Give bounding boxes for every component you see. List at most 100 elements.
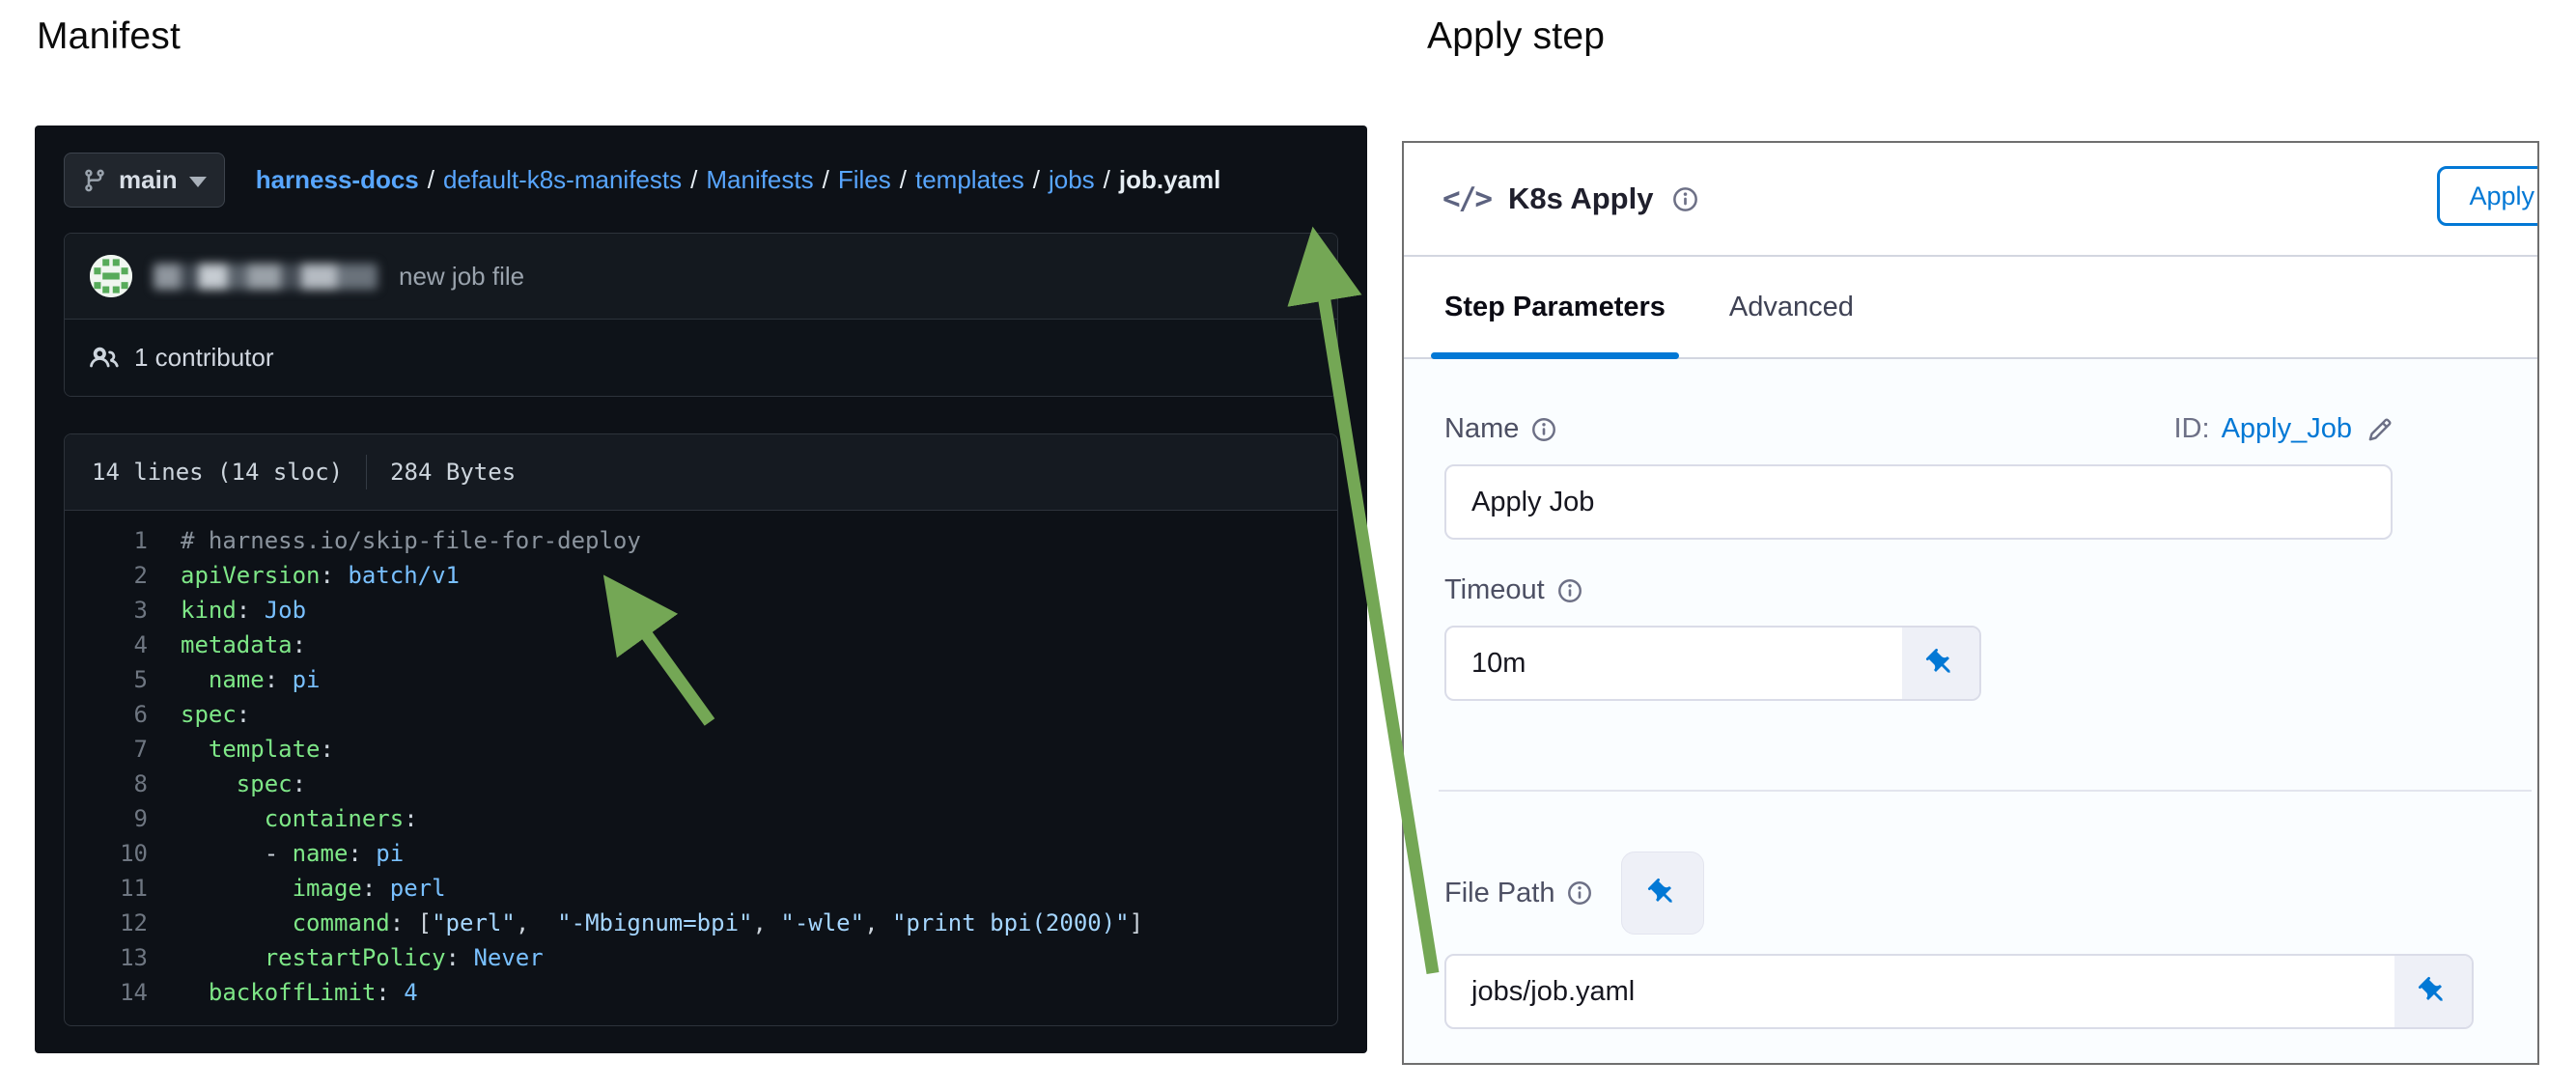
breadcrumb-separator: /	[823, 165, 829, 195]
github-top-row: main harness-docs / default-k8s-manifests /…	[64, 153, 1338, 208]
code-line-text: template:	[181, 732, 334, 767]
code-line: 6spec:	[65, 697, 1337, 732]
avatar[interactable]	[90, 255, 132, 297]
file-path-input-value: jobs/job.yaml	[1446, 976, 2394, 1008]
code-line: 1# harness.io/skip-file-for-deploy	[65, 523, 1337, 558]
breadcrumb-link[interactable]: Manifests	[706, 165, 813, 195]
tab-step-parameters[interactable]: Step Parameters	[1444, 257, 1666, 357]
code-line: 12 command: ["perl", "-Mbignum=bpi", "-w…	[65, 906, 1337, 940]
code-line-text: - name: pi	[181, 836, 404, 871]
step-id-link[interactable]: Apply_Job	[2222, 413, 2352, 445]
name-label-group: Name	[1444, 413, 1556, 445]
file-path-input[interactable]: jobs/job.yaml	[1444, 954, 2474, 1029]
file-lines-info: 14 lines (14 sloc)	[92, 459, 343, 486]
timeout-pin-toggle[interactable]	[1902, 628, 1979, 699]
line-number[interactable]: 5	[65, 662, 181, 697]
line-number[interactable]: 12	[65, 906, 181, 940]
code-line-text: name: pi	[181, 662, 321, 697]
code-line: 2apiVersion: batch/v1	[65, 558, 1337, 593]
step-title: K8s Apply	[1508, 182, 1653, 216]
timeout-label: Timeout	[1444, 574, 1545, 606]
file-path-pin-button[interactable]	[1621, 852, 1704, 935]
name-input[interactable]: Apply Job	[1444, 464, 2393, 540]
breadcrumb-link[interactable]: jobs	[1049, 165, 1095, 195]
github-file-panel: main harness-docs / default-k8s-manifests /…	[35, 126, 1367, 1053]
contributors-label: 1 contributor	[134, 343, 274, 373]
branch-selector-button[interactable]: main	[64, 153, 225, 208]
manifest-section-title: Manifest	[37, 15, 181, 58]
file-blob-header: 14 lines (14 sloc) 284 Bytes	[65, 434, 1337, 511]
code-line-text: apiVersion: batch/v1	[181, 558, 460, 593]
file-path-label: File Path	[1444, 878, 1554, 909]
screenshot-canvas: Manifest Apply step main harness-docs / de…	[0, 0, 2576, 1089]
line-number[interactable]: 6	[65, 697, 181, 732]
branch-name: main	[119, 165, 178, 195]
file-size: 284 Bytes	[390, 459, 516, 486]
tab-advanced[interactable]: Advanced	[1729, 257, 1854, 357]
breadcrumb-separator: /	[428, 165, 434, 195]
code-line-text: metadata:	[181, 628, 306, 662]
code-block: 1# harness.io/skip-file-for-deploy2apiVe…	[65, 511, 1337, 1025]
file-path-pin-toggle[interactable]	[2394, 956, 2472, 1027]
git-branch-icon	[82, 168, 107, 193]
file-blob-card: 14 lines (14 sloc) 284 Bytes 1# harness.…	[64, 433, 1338, 1026]
info-icon[interactable]	[1531, 417, 1556, 442]
code-line: 3kind: Job	[65, 593, 1337, 628]
line-number[interactable]: 13	[65, 940, 181, 975]
breadcrumb-link[interactable]: harness-docs	[256, 165, 419, 195]
name-input-value: Apply Job	[1446, 487, 2391, 518]
breadcrumb-separator: /	[1104, 165, 1110, 195]
people-icon	[90, 344, 119, 373]
line-number[interactable]: 8	[65, 767, 181, 801]
breadcrumb-current-file: job.yaml	[1119, 165, 1220, 195]
commit-message: new job file	[399, 262, 524, 292]
breadcrumb-link[interactable]: templates	[915, 165, 1024, 195]
file-path-label-row: File Path	[1444, 852, 2474, 935]
commit-author-redacted[interactable]	[154, 264, 378, 290]
step-parameters-content: Name ID: Apply_Job Apply Job Timeout	[1404, 359, 2537, 1065]
breadcrumb-link[interactable]: default-k8s-manifests	[443, 165, 682, 195]
code-line-text: command: ["perl", "-Mbignum=bpi", "-wle"…	[181, 906, 1143, 940]
code-line-text: image: perl	[181, 871, 446, 906]
timeout-label-group: Timeout	[1444, 574, 2474, 606]
apply-changes-button[interactable]: Apply	[2437, 166, 2539, 226]
code-line: 9 containers:	[65, 801, 1337, 836]
line-number[interactable]: 1	[65, 523, 181, 558]
step-header: </> K8s Apply Apply	[1404, 143, 2537, 257]
file-path-label-group: File Path	[1444, 878, 1592, 909]
code-line-text: spec:	[181, 697, 250, 732]
name-label: Name	[1444, 413, 1519, 445]
code-line: 11 image: perl	[65, 871, 1337, 906]
line-number[interactable]: 10	[65, 836, 181, 871]
line-number[interactable]: 11	[65, 871, 181, 906]
timeout-input[interactable]: 10m	[1444, 626, 1981, 701]
line-number[interactable]: 7	[65, 732, 181, 767]
header-divider	[366, 455, 367, 489]
breadcrumb-separator: /	[1033, 165, 1040, 195]
breadcrumb-separator: /	[900, 165, 907, 195]
code-line: 5 name: pi	[65, 662, 1337, 697]
line-number[interactable]: 4	[65, 628, 181, 662]
line-number[interactable]: 3	[65, 593, 181, 628]
line-number[interactable]: 14	[65, 975, 181, 1010]
code-step-icon: </>	[1442, 182, 1491, 216]
info-icon[interactable]	[1557, 578, 1582, 603]
code-line-text: backoffLimit: 4	[181, 975, 418, 1010]
code-line: 10 - name: pi	[65, 836, 1337, 871]
latest-commit-row: new job file	[65, 234, 1337, 320]
step-tabs: Step Parameters Advanced	[1404, 257, 2537, 359]
breadcrumb-link[interactable]: Files	[838, 165, 891, 195]
line-number[interactable]: 9	[65, 801, 181, 836]
code-line: 14 backoffLimit: 4	[65, 975, 1337, 1010]
code-line-text: # harness.io/skip-file-for-deploy	[181, 523, 641, 558]
contributors-row[interactable]: 1 contributor	[65, 320, 1337, 396]
info-icon[interactable]	[1672, 186, 1698, 212]
code-line: 8 spec:	[65, 767, 1337, 801]
chevron-down-icon	[189, 177, 207, 187]
apply-step-section-title: Apply step	[1427, 15, 1605, 58]
line-number[interactable]: 2	[65, 558, 181, 593]
edit-pencil-icon[interactable]	[2367, 417, 2393, 442]
info-icon[interactable]	[1567, 880, 1592, 906]
commit-box: new job file 1 contributor	[64, 233, 1338, 397]
code-line: 4metadata:	[65, 628, 1337, 662]
